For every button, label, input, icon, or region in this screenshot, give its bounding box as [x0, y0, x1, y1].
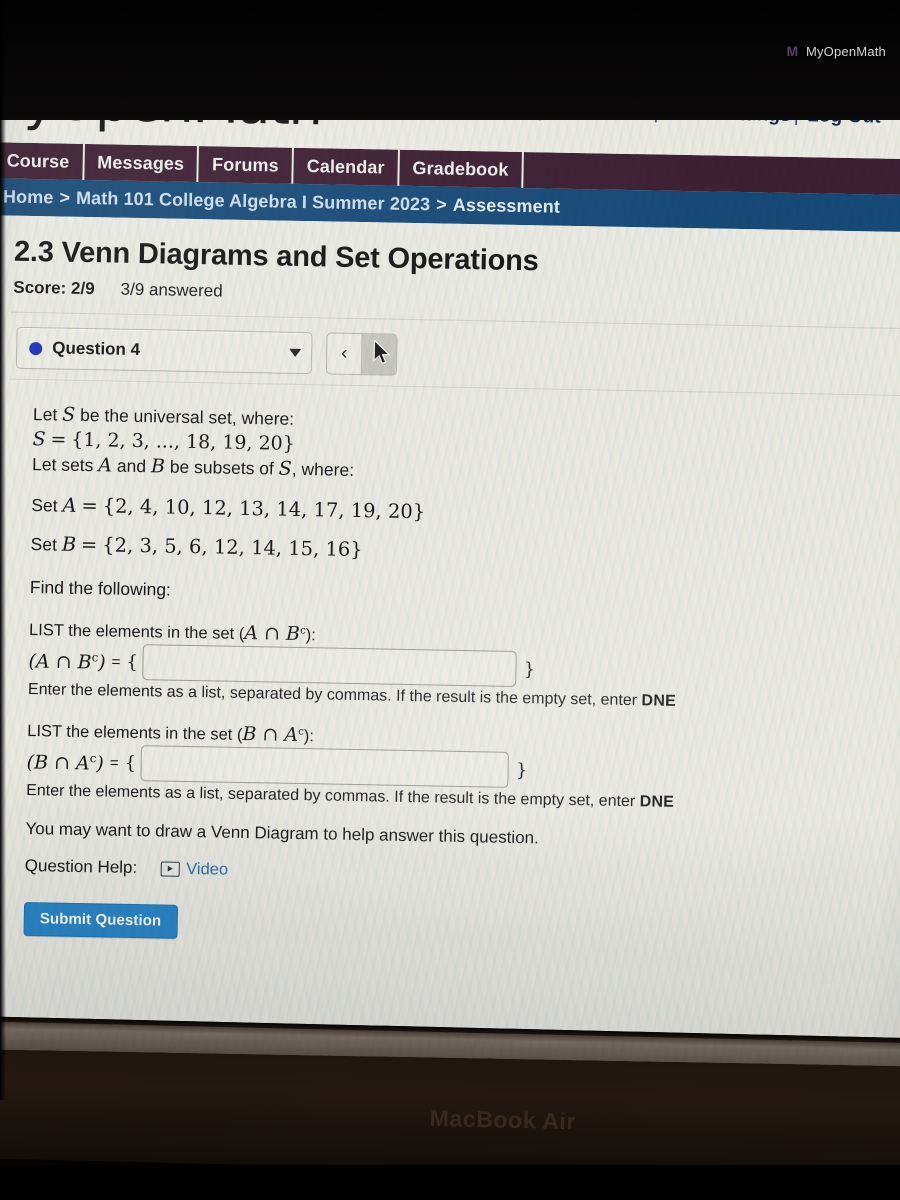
var-S-3: S	[278, 457, 293, 480]
subsets-intro-post: be subsets of	[169, 456, 275, 479]
var-S-1: S	[62, 403, 76, 426]
part-1-prompt-pre: LIST the elements in the set (	[28, 621, 245, 644]
equals-sign-2: =	[81, 494, 99, 518]
part-2-answer-input[interactable]	[140, 745, 510, 789]
browser-chrome-dark-area	[0, 0, 900, 120]
set-a-label: Set	[31, 495, 58, 516]
part-2-prompt-expr: B ∩ A	[242, 723, 299, 747]
browser-tab[interactable]: M MyOpenMath	[786, 44, 886, 59]
part-2-lhs-expr: B ∩ A	[33, 751, 90, 775]
part-1-hint-dne: DNE	[641, 692, 677, 711]
part-2-close-brace: }	[515, 759, 528, 781]
part-2-prompt-post: ):	[303, 727, 315, 746]
menu-item-messages[interactable]: Messages	[83, 143, 200, 183]
assignment-header: 2.3 Venn Diagrams and Set Operations Sco…	[0, 214, 900, 315]
universal-set-value: {1, 2, 3, ..., 18, 19, 20}	[71, 428, 296, 455]
set-b-label: Set	[30, 534, 58, 555]
breadcrumb-separator-1: >	[59, 187, 71, 208]
question-nav-row: Question 4 ‹ ›	[15, 326, 900, 386]
question-part-1: LIST the elements in the set (A ∩ Bc): (…	[28, 618, 900, 715]
question-select-value: Question 4	[52, 338, 141, 360]
status-dot-icon	[29, 341, 43, 355]
question-help-video-label: Video	[186, 859, 229, 879]
question-part-2: LIST the elements in the set (B ∩ Ac): (…	[26, 719, 900, 816]
part-1-answer-input[interactable]	[142, 644, 518, 688]
set-b-value: {2, 3, 5, 6, 12, 14, 15, 16}	[102, 533, 363, 562]
question-select[interactable]: Question 4	[15, 326, 313, 375]
breadcrumb-separator-2: >	[436, 194, 448, 215]
submit-question-button[interactable]: Submit Question	[23, 902, 178, 940]
set-b-line: Set B = {2, 3, 5, 6, 12, 14, 15, 16}	[30, 532, 900, 571]
venn-diagram-tip: You may want to draw a Venn Diagram to h…	[25, 819, 539, 848]
question-help-label: Question Help:	[24, 856, 138, 878]
part-1-prompt-expr: A ∩ B	[244, 622, 301, 646]
answered-label: 3/9 answered	[120, 279, 223, 301]
var-A-2: A	[62, 493, 77, 518]
question-help-video-link[interactable]: Video	[161, 859, 228, 879]
part-1-prompt-post: ):	[305, 626, 316, 645]
part-2-equals: =	[109, 754, 119, 772]
part-1-lhs: (A ∩ Bc)	[28, 649, 106, 674]
prev-question-button[interactable]: ‹	[326, 333, 362, 375]
score-line: Score: 2/9 3/9 answered	[13, 278, 900, 315]
page-title: 2.3 Venn Diagrams and Set Operations	[13, 235, 539, 278]
macbook-air-label: MacBook Air	[429, 1104, 577, 1135]
question-help-row: Question Help: Video	[25, 856, 900, 892]
part-2-lhs: (B ∩ Ac)	[26, 750, 104, 775]
subsets-intro-mid: and	[116, 455, 147, 477]
left-dark-gutter	[0, 0, 6, 1100]
part-1-open-brace: {	[126, 651, 139, 673]
part-1-close-brace: }	[523, 658, 536, 681]
divider-top	[10, 311, 900, 329]
chevron-down-icon[interactable]	[289, 348, 302, 357]
question-body: Let S be the universal set, where: S = {…	[0, 379, 900, 1066]
laptop-screen: myOpenMath Home | My Classes | User Sett…	[0, 34, 900, 1067]
menu-item-gradebook[interactable]: Gradebook	[399, 149, 524, 189]
var-B-2: B	[61, 532, 77, 557]
menu-item-forums[interactable]: Forums	[198, 146, 295, 184]
play-video-icon	[161, 861, 181, 877]
subsets-intro-pre: Let sets	[31, 454, 94, 476]
myopenmath-page: myOpenMath Home | My Classes | User Sett…	[0, 34, 900, 1067]
equals-sign-3: =	[80, 533, 98, 557]
score-label: Score: 2/9	[13, 277, 95, 299]
myopenmath-logo-icon: M	[786, 43, 799, 59]
part-1-lhs-close: )	[98, 651, 106, 674]
subsets-intro-end: , where:	[291, 458, 355, 481]
question-pager: ‹ ›	[325, 332, 398, 376]
equals-sign-1: =	[50, 428, 67, 451]
part-2-open-brace: {	[124, 752, 137, 774]
laptop-photo: M MyOpenMath myOpenMath Home | My Classe…	[0, 0, 900, 1200]
set-a-line: Set A = {2, 4, 10, 12, 13, 14, 17, 19, 2…	[31, 493, 900, 532]
part-2-prompt-pre: LIST the elements in the set (	[27, 722, 243, 745]
find-following-label: Find the following:	[29, 577, 172, 600]
var-B-1: B	[150, 455, 166, 478]
part-1-lhs-expr: A ∩ B	[35, 650, 92, 674]
browser-tab-title: MyOpenMath	[805, 44, 886, 59]
part-1-equals: =	[111, 653, 121, 671]
breadcrumb-item-assessment: Assessment	[452, 194, 561, 217]
var-S-2: S	[32, 428, 46, 451]
breadcrumb-item-course[interactable]: Math 101 College Algebra I Summer 2023	[76, 188, 431, 215]
menu-item-calendar[interactable]: Calendar	[293, 147, 400, 186]
next-question-button[interactable]: ›	[360, 334, 397, 375]
menu-item-course[interactable]: Course	[0, 142, 85, 180]
part-2-lhs-close: )	[96, 752, 104, 775]
part-2-hint-dne: DNE	[639, 793, 675, 812]
breadcrumb-item-home[interactable]: Home	[3, 186, 54, 208]
var-A-1: A	[98, 454, 113, 477]
set-a-value: {2, 4, 10, 12, 13, 14, 17, 19, 20}	[102, 494, 426, 524]
bottom-dark-area	[0, 1165, 900, 1200]
